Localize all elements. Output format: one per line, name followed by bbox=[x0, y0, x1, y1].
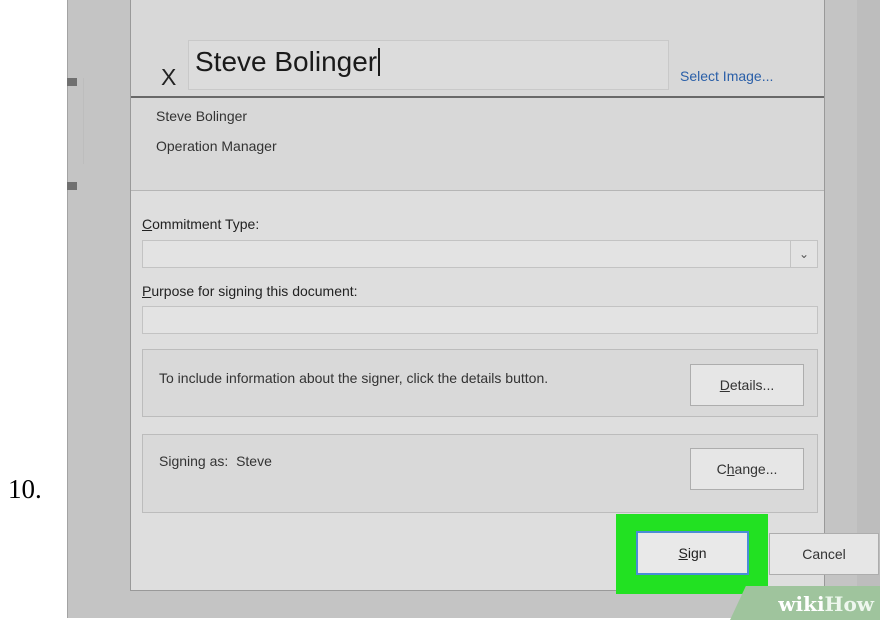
commitment-type-label: Commitment Type: bbox=[142, 216, 260, 232]
change-button[interactable]: Ch ange... bbox=[690, 448, 804, 490]
signer-details-group: To include information about the signer,… bbox=[142, 349, 818, 417]
signature-name-text: Steve Bolinger bbox=[195, 46, 378, 77]
sign-dialog: X Steve Bolinger Select Image... Steve B… bbox=[130, 0, 879, 594]
background-window-edge bbox=[857, 0, 880, 618]
signature-area-divider bbox=[131, 190, 824, 191]
select-image-link[interactable]: Select Image... bbox=[680, 68, 773, 84]
signature-x-mark: X bbox=[161, 64, 177, 90]
signer-title: Operation Manager bbox=[156, 138, 277, 154]
purpose-label: Purpose for signing this document: bbox=[142, 283, 358, 299]
signature-area: X Steve Bolinger Select Image... Steve B… bbox=[131, 0, 824, 190]
purpose-input[interactable] bbox=[142, 306, 818, 334]
signature-line bbox=[131, 96, 824, 98]
screenshot-area: X Steve Bolinger Select Image... Steve B… bbox=[67, 0, 880, 618]
text-caret bbox=[378, 48, 381, 76]
signer-name: Steve Bolinger bbox=[156, 108, 248, 124]
wikihow-watermark: wikiHow bbox=[778, 592, 874, 616]
signing-as-group: Signing as: Steve Ch ange... bbox=[142, 434, 818, 513]
left-bracket bbox=[77, 78, 84, 164]
left-marker-bottom bbox=[67, 182, 77, 190]
details-info-text: To include information about the signer,… bbox=[159, 370, 549, 386]
cancel-button[interactable]: Cancel bbox=[769, 533, 879, 575]
details-button[interactable]: Details... bbox=[690, 364, 804, 406]
left-window-edge bbox=[67, 0, 68, 618]
commitment-type-select[interactable]: ⌄ bbox=[142, 240, 818, 268]
step-number: 10. bbox=[8, 474, 42, 504]
signing-as-text: Signing as: Steve bbox=[159, 453, 272, 469]
left-marker-top bbox=[67, 78, 77, 86]
chevron-down-icon[interactable]: ⌄ bbox=[790, 241, 817, 267]
sign-button[interactable]: Sign bbox=[636, 531, 749, 575]
signature-name-input[interactable]: Steve Bolinger bbox=[188, 40, 669, 90]
